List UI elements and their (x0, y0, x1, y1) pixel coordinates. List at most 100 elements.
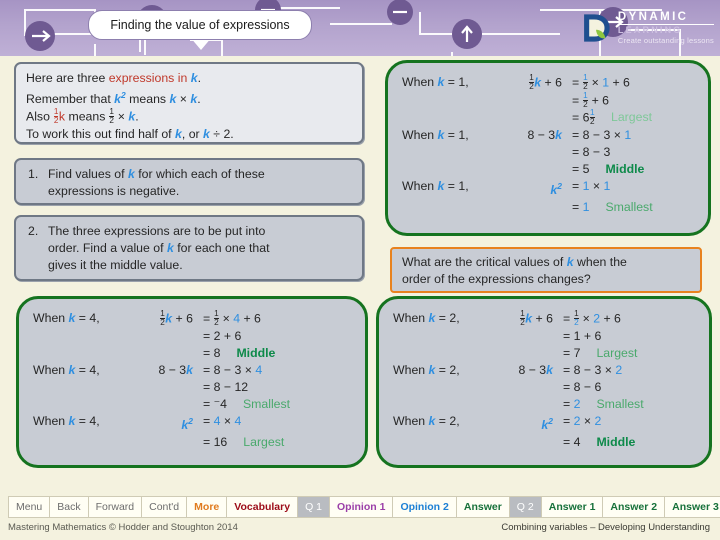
calc-step: = 612 (572, 108, 595, 127)
logo-word-dynamic: DYNAMIC (617, 11, 714, 25)
logo-tagline: Create outstanding lessons (617, 36, 714, 46)
calc-row: = 6 1 2 Largest (402, 109, 653, 127)
calc-step: = 8 (203, 345, 221, 360)
half-fraction: 12 (583, 90, 588, 109)
expression-label: 8 − 3k (158, 362, 193, 377)
critical-values-question-box: What are the critical values of k when t… (390, 247, 702, 293)
expression-label: k2 (181, 415, 193, 432)
calc-step: = 12 × 4 + 6 (203, 309, 261, 327)
when-label: When k = 4, (33, 311, 100, 325)
size-tag: Largest (611, 110, 653, 125)
expression-label: 12k + 6 (160, 309, 193, 327)
half-fraction: 12 (589, 108, 595, 127)
size-tag: Smallest (596, 396, 644, 411)
toolbar-button-opinion-2[interactable]: Opinion 2 (393, 497, 457, 517)
half-fraction: 12 (583, 73, 588, 91)
calc-rows-k1: When k = 1, 1 2 k + 6 = 12 × 1 + 6 = 12 + 6 = … (402, 73, 653, 216)
brand-logo: DYNAMIC LEARNING Create outstanding less… (579, 6, 714, 50)
calc-step: = 8 − 3 × 4 (203, 362, 263, 377)
calc-rows-k2: When k = 2, 1 2 k + 6 = 12 × 2 + 6 = 1 + 6 = 7… (393, 309, 644, 451)
toolbar-button-q-2[interactable]: Q 2 (509, 497, 542, 517)
question-2-line-1: The three expressions are to be put into (48, 224, 266, 238)
calc-row: When k = 2, k2 = 2 × 2 (393, 413, 644, 434)
intro-line-2: Remember that k2 means k × k. (26, 90, 201, 107)
expression-label: 12k + 6 (529, 73, 562, 91)
toolbar-button-answer[interactable]: Answer (456, 497, 510, 517)
toolbar-button-answer-2[interactable]: Answer 2 (603, 497, 666, 517)
calc-row: = 8 − 6 (393, 379, 644, 396)
calc-row: When k = 4, 1 2 k + 6 = 12 × 4 + 6 (33, 309, 290, 328)
calc-step: = 1 (572, 200, 590, 215)
toolbar-button-menu[interactable]: Menu (9, 497, 51, 517)
toolbar-button-vocabulary[interactable]: Vocabulary (227, 497, 299, 517)
calc-row: = 2 + 6 (33, 328, 290, 345)
size-tag: Largest (243, 434, 285, 449)
calc-step: = 2 (563, 396, 581, 411)
app-header: Finding the value of expressions DYNAMIC… (0, 0, 720, 56)
copyright-text: Mastering Mathematics © Hodder and Stoug… (8, 522, 238, 533)
toolbar-button-more[interactable]: More (187, 497, 228, 517)
size-tag: Largest (596, 345, 638, 360)
toolbar-button-back[interactable]: Back (50, 497, 89, 517)
size-tag: Smallest (242, 396, 291, 411)
calc-step: = 16 (203, 434, 228, 449)
calc-row: When k = 4, k2 = 4 × 4 (33, 413, 290, 434)
calc-row: When k = 2, 8 − 3k = 8 − 3 × 2 (393, 362, 644, 379)
toolbar-button-cont-d[interactable]: Cont'd (142, 497, 188, 517)
calc-row: = 7 Largest (393, 345, 644, 362)
calc-step: = 2 × 2 (563, 413, 602, 428)
intro-line-4: To work this out find half of k, or k ÷ … (26, 126, 234, 141)
calc-row: = 1 + 6 (393, 328, 644, 345)
calc-step: = 4 × 4 (203, 413, 242, 428)
calculation-box-k1: When k = 1, 1 2 k + 6 = 12 × 1 + 6 = 12 + 6 = … (385, 60, 711, 236)
expression-label: k2 (541, 415, 553, 432)
calc-row: = 8 Middle (33, 345, 290, 362)
critical-question-line-1: What are the critical values of k when t… (402, 255, 627, 269)
calc-rows-k4: When k = 4, 1 2 k + 6 = 12 × 4 + 6 = 2 + 6 = 8… (33, 309, 290, 451)
calc-step: = 12 × 2 + 6 (563, 309, 621, 327)
calc-step: = 4 (563, 434, 581, 449)
calc-step: = ⁻4 (203, 396, 227, 411)
calc-step: = 12 + 6 (572, 90, 610, 109)
critical-question-line-2: order of the expressions changes? (402, 272, 591, 286)
toolbar-button-q-1[interactable]: Q 1 (298, 497, 331, 517)
calc-row: = 5 Middle (402, 161, 653, 178)
logo-word-learning: LEARNING (617, 24, 683, 35)
calc-step: = 2 + 6 (203, 328, 242, 343)
when-label: When k = 1, (402, 179, 469, 194)
toolbar-button-forward[interactable]: Forward (88, 497, 143, 517)
toolbar-button-answer-3[interactable]: Answer 3 (665, 497, 720, 517)
question-2-line-2: order. Find a value of k for each one th… (48, 241, 270, 255)
size-tag: Middle (605, 162, 645, 177)
when-label: When k = 2, (393, 362, 460, 377)
question-1-line-2: expressions is negative. (48, 184, 180, 198)
calc-row: = 2 Smallest (393, 396, 644, 413)
half-fraction: 12 (214, 309, 219, 327)
calc-step: = 8 − 12 (203, 379, 249, 394)
toolbar-button-answer-1[interactable]: Answer 1 (541, 497, 604, 517)
page-title: Finding the value of expressions (110, 18, 290, 32)
when-label: When k = 1, (402, 128, 469, 143)
half-fraction: 12 (53, 107, 59, 126)
calc-step: = 8 − 6 (563, 379, 602, 394)
size-tag: Smallest (605, 200, 653, 215)
when-label: When k = 4, (33, 362, 100, 377)
navigation-toolbar[interactable]: Menu Back Forward Cont'd More Vocabulary Q 1 Op… (8, 496, 720, 518)
intro-text-box: Here are three expressions in k. Remembe… (14, 62, 364, 144)
expression-label: k2 (550, 181, 562, 198)
calc-row: = ⁻4 Smallest (33, 396, 290, 413)
when-label: When k = 2, (393, 311, 460, 325)
question-2-box: 2. The three expressions are to be put i… (14, 215, 364, 281)
toolbar-button-opinion-1[interactable]: Opinion 1 (330, 497, 394, 517)
question-1-number: 1. (28, 167, 39, 181)
when-label: When k = 1, (402, 75, 469, 89)
expression-label: 8 − 3k (527, 128, 562, 143)
calc-row: = 8 − 12 (33, 379, 290, 396)
expression-label: 12k + 6 (520, 309, 553, 327)
calc-row: = 12 + 6 (402, 90, 653, 110)
calc-step: = 5 (572, 162, 590, 177)
question-2-number: 2. (28, 224, 39, 238)
calc-row: When k = 1, 1 2 k + 6 = 12 × 1 + 6 (402, 73, 653, 92)
calc-row: = 8 − 3 (402, 144, 653, 161)
calc-row: When k = 1, 8 − 3k = 8 − 3 × 1 (402, 127, 653, 144)
